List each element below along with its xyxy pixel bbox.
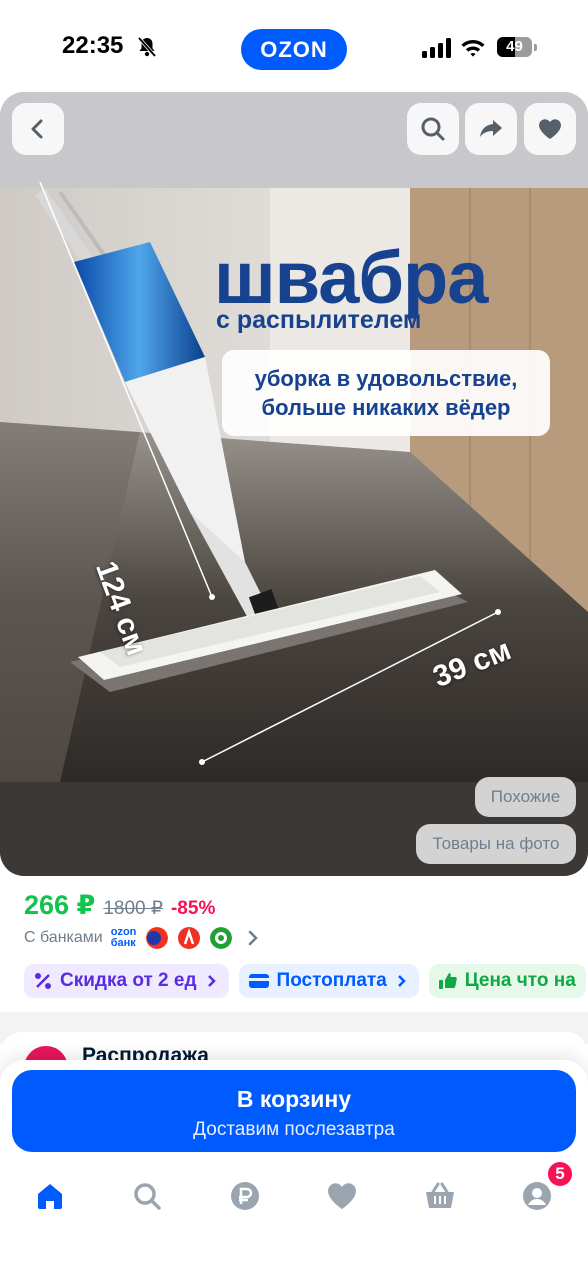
status-bar: 22:35 OZON 49 xyxy=(0,0,588,96)
nav-favorites[interactable] xyxy=(322,1176,362,1216)
status-time: 22:35 xyxy=(62,32,124,59)
tag-label: Цена что на xyxy=(464,970,576,991)
favorite-button[interactable] xyxy=(524,103,576,155)
photo-items-chip[interactable]: Товары на фото xyxy=(416,824,576,864)
add-to-cart-button[interactable]: В корзину Доставим послезавтра xyxy=(12,1070,576,1152)
bottom-nav xyxy=(0,1176,588,1220)
nav-search[interactable] xyxy=(127,1176,167,1216)
current-price: 266 ₽ xyxy=(24,890,96,920)
share-icon xyxy=(480,120,502,137)
back-button[interactable] xyxy=(12,103,64,155)
tag-label: Скидка от 2 ед xyxy=(60,970,197,991)
ozon-bank-logo: ozon банк xyxy=(110,926,137,949)
bank-icon-3 xyxy=(210,927,233,949)
tag-bulk-discount[interactable]: Скидка от 2 ед xyxy=(24,964,229,998)
slogan-line-1: уборка в удовольствие, xyxy=(254,366,518,391)
promo-subtitle: с распылителем xyxy=(216,306,422,334)
cart-button-title: В корзину xyxy=(236,1086,352,1112)
profile-icon xyxy=(523,1182,551,1210)
chevron-left-icon xyxy=(31,119,43,139)
chevron-right-icon xyxy=(397,975,406,987)
tag-label: Постоплата xyxy=(276,970,387,991)
product-image[interactable]: швабра с распылителем уборка в удовольст… xyxy=(0,92,588,876)
bell-off-icon xyxy=(137,36,157,58)
image-search-button[interactable] xyxy=(407,103,459,155)
slogan-line-2: больше никаких вёдер xyxy=(261,395,511,420)
nav-home[interactable] xyxy=(30,1176,70,1216)
tag-price-guarantee[interactable]: Цена что на xyxy=(428,964,586,998)
price-row: 266 ₽ 1800 ₽ -85% xyxy=(24,890,215,924)
promo-slogan: уборка в удовольствие, больше никаких вё… xyxy=(222,350,550,436)
search-icon xyxy=(134,1183,161,1210)
search-icon xyxy=(421,117,445,141)
profile-notification-badge: 5 xyxy=(546,1160,574,1188)
basket-icon xyxy=(426,1182,454,1208)
cart-button-subtitle: Доставим послезавтра xyxy=(193,1119,395,1140)
ozon-app-badge[interactable]: OZON xyxy=(241,29,347,70)
tag-postpay[interactable]: Постоплата xyxy=(238,964,419,998)
percent-icon xyxy=(35,973,51,989)
tags-row: Скидка от 2 ед Постоплата Цена что на xyxy=(24,964,588,998)
chevron-right-icon xyxy=(207,975,216,987)
wifi-icon xyxy=(461,40,485,57)
bottom-panel: В корзину Доставим послезавтра 5 xyxy=(0,1060,588,1280)
bank-icon-1 xyxy=(146,927,169,949)
home-icon xyxy=(38,1184,62,1209)
heart-icon xyxy=(327,1183,357,1209)
thumbs-up-icon xyxy=(438,973,457,989)
share-button[interactable] xyxy=(465,103,517,155)
bank-offers-row[interactable]: С банками ozon банк xyxy=(24,924,262,952)
nav-cart[interactable] xyxy=(420,1176,460,1216)
signal-icon xyxy=(422,38,451,58)
battery-level: 49 xyxy=(506,38,523,55)
similar-chip[interactable]: Похожие xyxy=(475,777,576,817)
banks-label: С банками xyxy=(24,929,103,946)
card-icon xyxy=(248,974,269,988)
discount-badge: -85% xyxy=(170,898,216,919)
ruble-icon xyxy=(231,1182,259,1210)
mop-photo xyxy=(0,92,588,876)
heart-icon xyxy=(539,119,561,139)
old-price: 1800 ₽ xyxy=(103,898,163,919)
chevron-right-icon xyxy=(249,930,259,946)
battery-indicator: 49 xyxy=(497,37,537,59)
product-page: 22:35 OZON 49 швабра с распылителем убор… xyxy=(0,0,588,1280)
nav-finance[interactable] xyxy=(225,1176,265,1216)
bank-icon-2 xyxy=(178,927,201,949)
